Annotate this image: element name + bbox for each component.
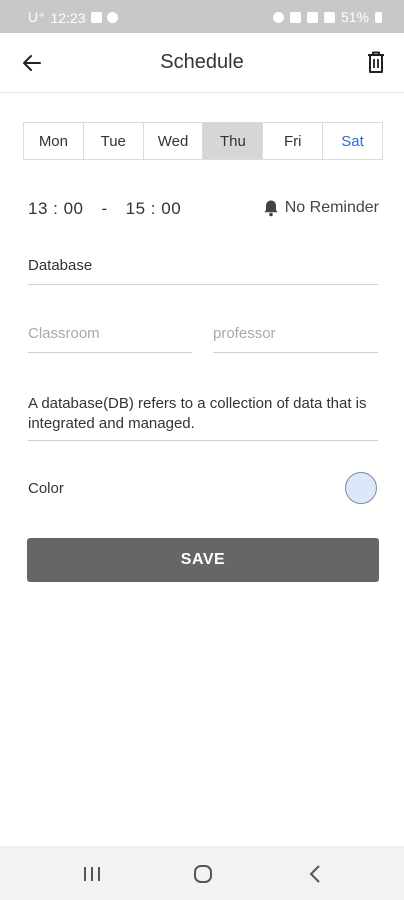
- day-tue[interactable]: Tue: [84, 123, 144, 159]
- day-fri[interactable]: Fri: [263, 123, 324, 159]
- professor-placeholder: professor: [213, 325, 276, 342]
- system-nav-bar: [0, 846, 404, 900]
- battery-icon: [375, 11, 382, 23]
- bell-icon: [264, 200, 278, 217]
- image-notification-icon: [90, 12, 102, 23]
- classroom-field[interactable]: Classroom: [28, 325, 192, 353]
- carrier-label: U⁺: [28, 9, 46, 25]
- subject-field[interactable]: Database: [28, 257, 378, 285]
- reminder-button[interactable]: No Reminder: [263, 199, 379, 217]
- day-sat[interactable]: Sat: [323, 123, 382, 159]
- delete-trash-icon[interactable]: [365, 50, 387, 74]
- wifi-icon: [306, 11, 318, 23]
- time-separator: -: [101, 199, 108, 218]
- day-selector: Mon Tue Wed Thu Fri Sat: [23, 122, 383, 160]
- memo-field[interactable]: A database(DB) refers to a collection of…: [28, 394, 378, 441]
- memo-value: A database(DB) refers to a collection of…: [28, 395, 367, 432]
- reminder-label: No Reminder: [284, 199, 379, 216]
- color-label: Color: [28, 480, 64, 497]
- day-wed[interactable]: Wed: [144, 123, 204, 159]
- color-picker-swatch[interactable]: [345, 472, 377, 504]
- end-time[interactable]: 15 : 00: [126, 199, 182, 219]
- classroom-placeholder: Classroom: [28, 325, 100, 342]
- home-icon[interactable]: [191, 864, 215, 884]
- app-bar: Schedule: [0, 33, 404, 93]
- save-button[interactable]: SAVE: [27, 538, 379, 582]
- status-time: 12:23: [50, 9, 86, 26]
- mute-icon: [289, 11, 301, 23]
- battery-percent: 51%: [340, 9, 369, 25]
- professor-field[interactable]: professor: [213, 325, 378, 353]
- status-bar-right: 51%: [272, 9, 382, 25]
- page-title: Schedule: [160, 51, 244, 73]
- day-thu[interactable]: Thu: [203, 123, 264, 159]
- status-bar: U⁺ 12:23 51%: [0, 0, 404, 33]
- day-mon[interactable]: Mon: [24, 123, 84, 159]
- recent-apps-icon[interactable]: [80, 864, 104, 884]
- back-nav-icon[interactable]: [304, 864, 328, 884]
- alarm-icon: [272, 11, 284, 23]
- start-time[interactable]: 13 : 00: [28, 199, 84, 219]
- signal-icon: [323, 11, 335, 23]
- status-bar-left: U⁺ 12:23: [28, 9, 118, 26]
- subject-value: Database: [28, 257, 93, 274]
- app-notification-icon: [106, 12, 118, 23]
- time-range: 13 : 00 - 15 : 00: [28, 199, 181, 219]
